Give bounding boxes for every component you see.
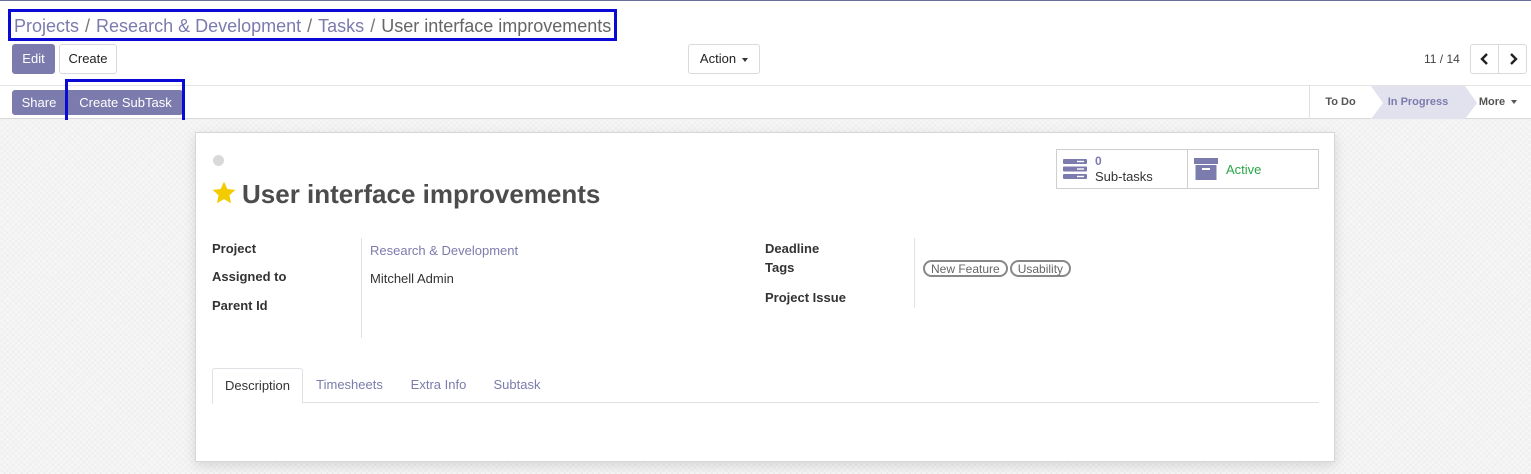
action-label: Action: [699, 51, 737, 66]
breadcrumb-current: User interface improvements: [381, 16, 612, 36]
action-dropdown[interactable]: Action: [688, 44, 760, 74]
stage-todo[interactable]: To Do: [1309, 86, 1371, 119]
tasks-list-icon: [1063, 159, 1087, 179]
breadcrumb: Projects / Research & Development / Tasks / Us…: [8, 9, 618, 41]
field-separator: [361, 238, 362, 338]
field-separator: [914, 238, 915, 308]
project-label: Project: [212, 241, 257, 256]
project-issue-label: Project Issue: [765, 290, 846, 305]
tags-field[interactable]: New Feature Usability: [923, 260, 1073, 277]
caret-down-icon: [742, 57, 749, 62]
edit-button[interactable]: Edit: [12, 44, 55, 74]
subtasks-stat-button[interactable]: 0 Sub-tasks: [1057, 150, 1188, 188]
stage-more-label: More: [1478, 96, 1506, 108]
tab-description[interactable]: Description: [212, 368, 303, 404]
create-subtask-button[interactable]: Create SubTask: [68, 90, 183, 115]
subtasks-count: 0: [1095, 154, 1102, 168]
tags-label: Tags: [765, 260, 795, 275]
create-button[interactable]: Create: [59, 44, 117, 74]
stage-in-progress-label: In Progress: [1387, 96, 1449, 108]
breadcrumb-separator: /: [85, 16, 91, 36]
parent-id-label: Parent Id: [212, 298, 268, 313]
tag-badge[interactable]: New Feature: [923, 260, 1008, 277]
notebook-tabs: Description Timesheets Extra Info Subtas…: [212, 368, 1319, 404]
tab-extra-info[interactable]: Extra Info: [397, 368, 480, 403]
subtasks-label: Sub-tasks: [1095, 169, 1153, 184]
archive-icon: [1194, 158, 1218, 180]
active-label: Active: [1226, 162, 1262, 177]
tab-timesheets[interactable]: Timesheets: [304, 368, 395, 403]
kanban-state-indicator[interactable]: [213, 155, 224, 166]
breadcrumb-tasks[interactable]: Tasks: [318, 16, 364, 36]
task-title[interactable]: User interface improvements: [242, 179, 600, 210]
control-panel: Projects / Research & Development / Tasks / Us…: [0, 1, 1531, 85]
chevron-left-icon: [1479, 53, 1488, 65]
assigned-to-label: Assigned to: [212, 269, 287, 284]
deadline-label: Deadline: [765, 241, 820, 256]
subtasks-stat-text: 0 Sub-tasks: [1095, 154, 1153, 184]
stage-in-progress[interactable]: In Progress: [1371, 86, 1477, 119]
active-toggle-button[interactable]: Active: [1188, 150, 1318, 188]
stage-more-dropdown[interactable]: More: [1472, 86, 1524, 119]
share-button[interactable]: Share: [12, 90, 66, 115]
statusbar: Share Create SubTask To Do In Progress M…: [0, 85, 1531, 119]
pager-value: 11 / 14: [1424, 52, 1460, 66]
button-box: 0 Sub-tasks Active: [1056, 149, 1319, 189]
breadcrumb-separator: /: [370, 16, 376, 36]
tag-badge[interactable]: Usability: [1009, 260, 1072, 277]
tab-subtask[interactable]: Subtask: [483, 368, 551, 403]
pager-next-button[interactable]: [1498, 44, 1527, 74]
breadcrumb-research-development[interactable]: Research & Development: [96, 16, 301, 36]
chevron-right-icon: [1509, 53, 1518, 65]
form-sheet: User interface improvements 0 Sub-tasks: [195, 132, 1335, 462]
breadcrumb-separator: /: [307, 16, 313, 36]
caret-down-icon: [1511, 100, 1518, 105]
assigned-to-value[interactable]: Mitchell Admin: [370, 271, 454, 286]
project-value[interactable]: Research & Development: [370, 243, 518, 258]
breadcrumb-projects[interactable]: Projects: [14, 16, 79, 36]
pager-previous-button[interactable]: [1470, 44, 1499, 74]
star-icon[interactable]: [211, 180, 237, 206]
